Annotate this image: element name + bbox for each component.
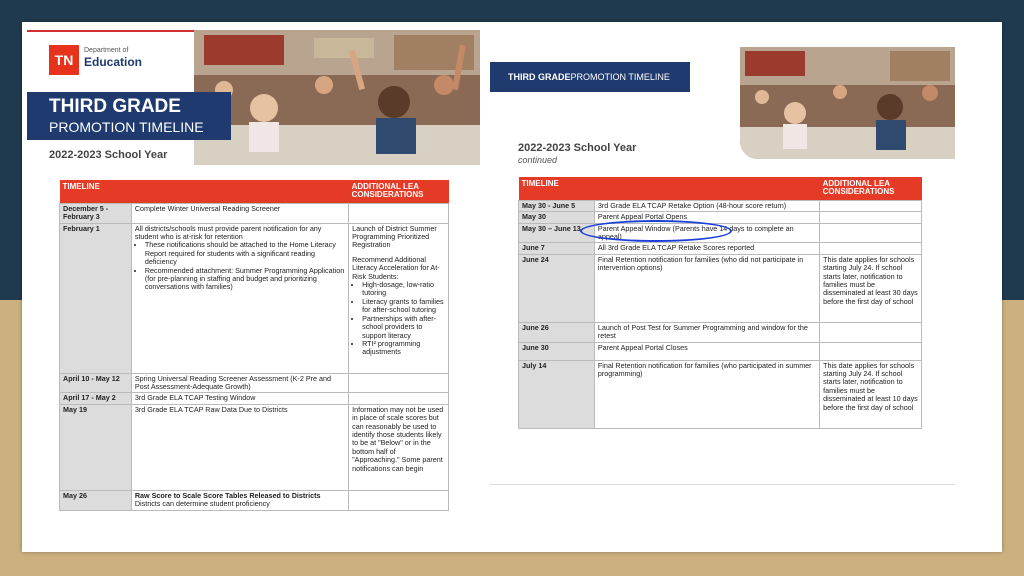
department-name: Department of Education <box>84 47 143 69</box>
bullet: Partnerships with after-school providers… <box>362 314 445 340</box>
header-timeline: TIMELINE <box>518 177 595 201</box>
header-additional: ADDITIONAL LEA CONSIDERATIONS <box>819 177 922 201</box>
header-rule <box>27 30 197 32</box>
row-date: May 19 <box>59 403 132 491</box>
row-extra <box>348 489 449 511</box>
row-desc-bullets: These notifications should be attached t… <box>135 241 345 292</box>
header-additional: ADDITIONAL LEA CONSIDERATIONS <box>348 180 449 204</box>
row-extra: This date applies for schools starting J… <box>819 359 922 429</box>
table-row: June 30 Parent Appeal Portal Closes <box>518 341 922 361</box>
row-date: June 24 <box>518 253 595 323</box>
table-header-row: TIMELINE ADDITIONAL LEA CONSIDERATIONS <box>59 180 449 204</box>
header-blank <box>594 177 820 201</box>
row-extra: This date applies for schools starting J… <box>819 253 922 323</box>
extra-text: Launch of District Summer Programming Pr… <box>352 223 437 250</box>
row-date: June 30 <box>518 341 595 361</box>
row-desc: Final Retention notification for familie… <box>593 253 821 323</box>
right-title-block: THIRD GRADE PROMOTION TIMELINE <box>490 62 690 92</box>
row-date: May 30 - June 5 <box>518 199 595 213</box>
row-date: May 26 <box>59 489 132 511</box>
left-timeline-table: TIMELINE ADDITIONAL LEA CONSIDERATIONS D… <box>59 180 449 511</box>
table-row: June 26 Launch of Post Test for Summer P… <box>518 321 922 343</box>
row-desc: Final Retention notification for familie… <box>593 359 821 429</box>
row-desc: 3rd Grade ELA TCAP Testing Window <box>130 392 350 405</box>
highlight-circle <box>580 220 732 242</box>
row-extra <box>348 202 449 224</box>
classroom-photo <box>194 30 480 165</box>
table-row: April 17 - May 2 3rd Grade ELA TCAP Test… <box>59 392 449 405</box>
table-row: April 10 - May 12 Spring Universal Readi… <box>59 372 449 394</box>
bullet: High-dosage, low-ratio tutoring <box>362 280 445 298</box>
continued-label: continued <box>518 155 558 165</box>
bullet: RTI² programming adjustments <box>362 339 445 357</box>
bullet: These notifications should be attached t… <box>145 241 345 266</box>
row-desc: Spring Universal Reading Screener Assess… <box>130 372 350 394</box>
title-line2: PROMOTION TIMELINE <box>49 119 204 135</box>
row-extra <box>819 341 922 361</box>
row-date: December 5 - February 3 <box>59 202 132 224</box>
table-row: June 24 Final Retention notification for… <box>518 253 922 323</box>
left-title-block: THIRD GRADE PROMOTION TIMELINE <box>27 92 231 140</box>
title-bold: THIRD GRADE <box>508 72 571 82</box>
table-row: May 26 Raw Score to Scale Score Tables R… <box>59 489 449 511</box>
classroom-photo-right <box>740 47 955 159</box>
row-desc: All districts/schools must provide paren… <box>130 222 350 374</box>
row-extra <box>819 321 922 343</box>
row-desc-text: All districts/schools must provide paren… <box>134 223 322 242</box>
row-date: June 7 <box>518 242 595 255</box>
row-desc: Parent Appeal Portal Closes <box>593 341 821 361</box>
title-line1: THIRD GRADE <box>49 96 181 117</box>
row-desc: Launch of Post Test for Summer Programmi… <box>593 321 821 343</box>
row-desc-text: Districts can determine student proficie… <box>134 499 270 509</box>
extra-bullets: High-dosage, low-ratio tutoring Literacy… <box>352 280 445 357</box>
right-timeline-table: TIMELINE ADDITIONAL LEA CONSIDERATIONS M… <box>518 177 922 429</box>
left-school-year: 2022-2023 School Year <box>49 149 168 161</box>
row-desc: Raw Score to Scale Score Tables Released… <box>130 489 350 511</box>
row-extra <box>348 392 449 405</box>
row-date: February 1 <box>59 222 132 374</box>
row-extra: Information may not be used in place of … <box>348 403 449 491</box>
row-date: July 14 <box>518 359 595 429</box>
table-row: May 30 Parent Appeal Portal Opens <box>518 211 922 224</box>
table-header-row: TIMELINE ADDITIONAL LEA CONSIDERATIONS <box>518 177 922 201</box>
extra-text: Recommend Additional Literacy Accelerati… <box>352 254 440 281</box>
bullet: Literacy grants to families for after-sc… <box>362 297 445 315</box>
row-extra: Launch of District Summer Programming Pr… <box>348 222 449 374</box>
table-row: July 14 Final Retention notification for… <box>518 359 922 429</box>
table-row: February 1 All districts/schools must pr… <box>59 222 449 374</box>
table-row: June 7 All 3rd Grade ELA TCAP Retake Sco… <box>518 242 922 255</box>
right-school-year: 2022-2023 School Year <box>518 142 637 154</box>
row-desc: Complete Winter Universal Reading Screen… <box>130 202 350 224</box>
row-desc: All 3rd Grade ELA TCAP Retake Scores rep… <box>593 242 821 255</box>
row-extra <box>819 242 922 255</box>
table-row: December 5 - February 3 Complete Winter … <box>59 202 449 224</box>
header-timeline: TIMELINE <box>59 180 132 204</box>
row-desc: 3rd Grade ELA TCAP Retake Option (48-hou… <box>593 199 821 213</box>
row-extra <box>348 372 449 394</box>
row-date: April 17 - May 2 <box>59 392 132 405</box>
bullet: Recommended attachment: Summer Programmi… <box>145 266 345 292</box>
divider <box>490 484 955 485</box>
row-date: June 26 <box>518 321 595 343</box>
row-extra <box>819 222 922 244</box>
table-row: May 30 - June 5 3rd Grade ELA TCAP Retak… <box>518 199 922 213</box>
tn-logo: TN <box>49 45 79 75</box>
row-desc: 3rd Grade ELA TCAP Raw Data Due to Distr… <box>130 403 350 491</box>
table-row: May 19 3rd Grade ELA TCAP Raw Data Due t… <box>59 403 449 491</box>
header-blank <box>131 180 349 204</box>
row-extra <box>819 211 922 224</box>
row-date: May 30 <box>518 211 595 224</box>
row-date: April 10 - May 12 <box>59 372 132 394</box>
row-extra <box>819 199 922 213</box>
title-rest: PROMOTION TIMELINE <box>570 72 670 82</box>
